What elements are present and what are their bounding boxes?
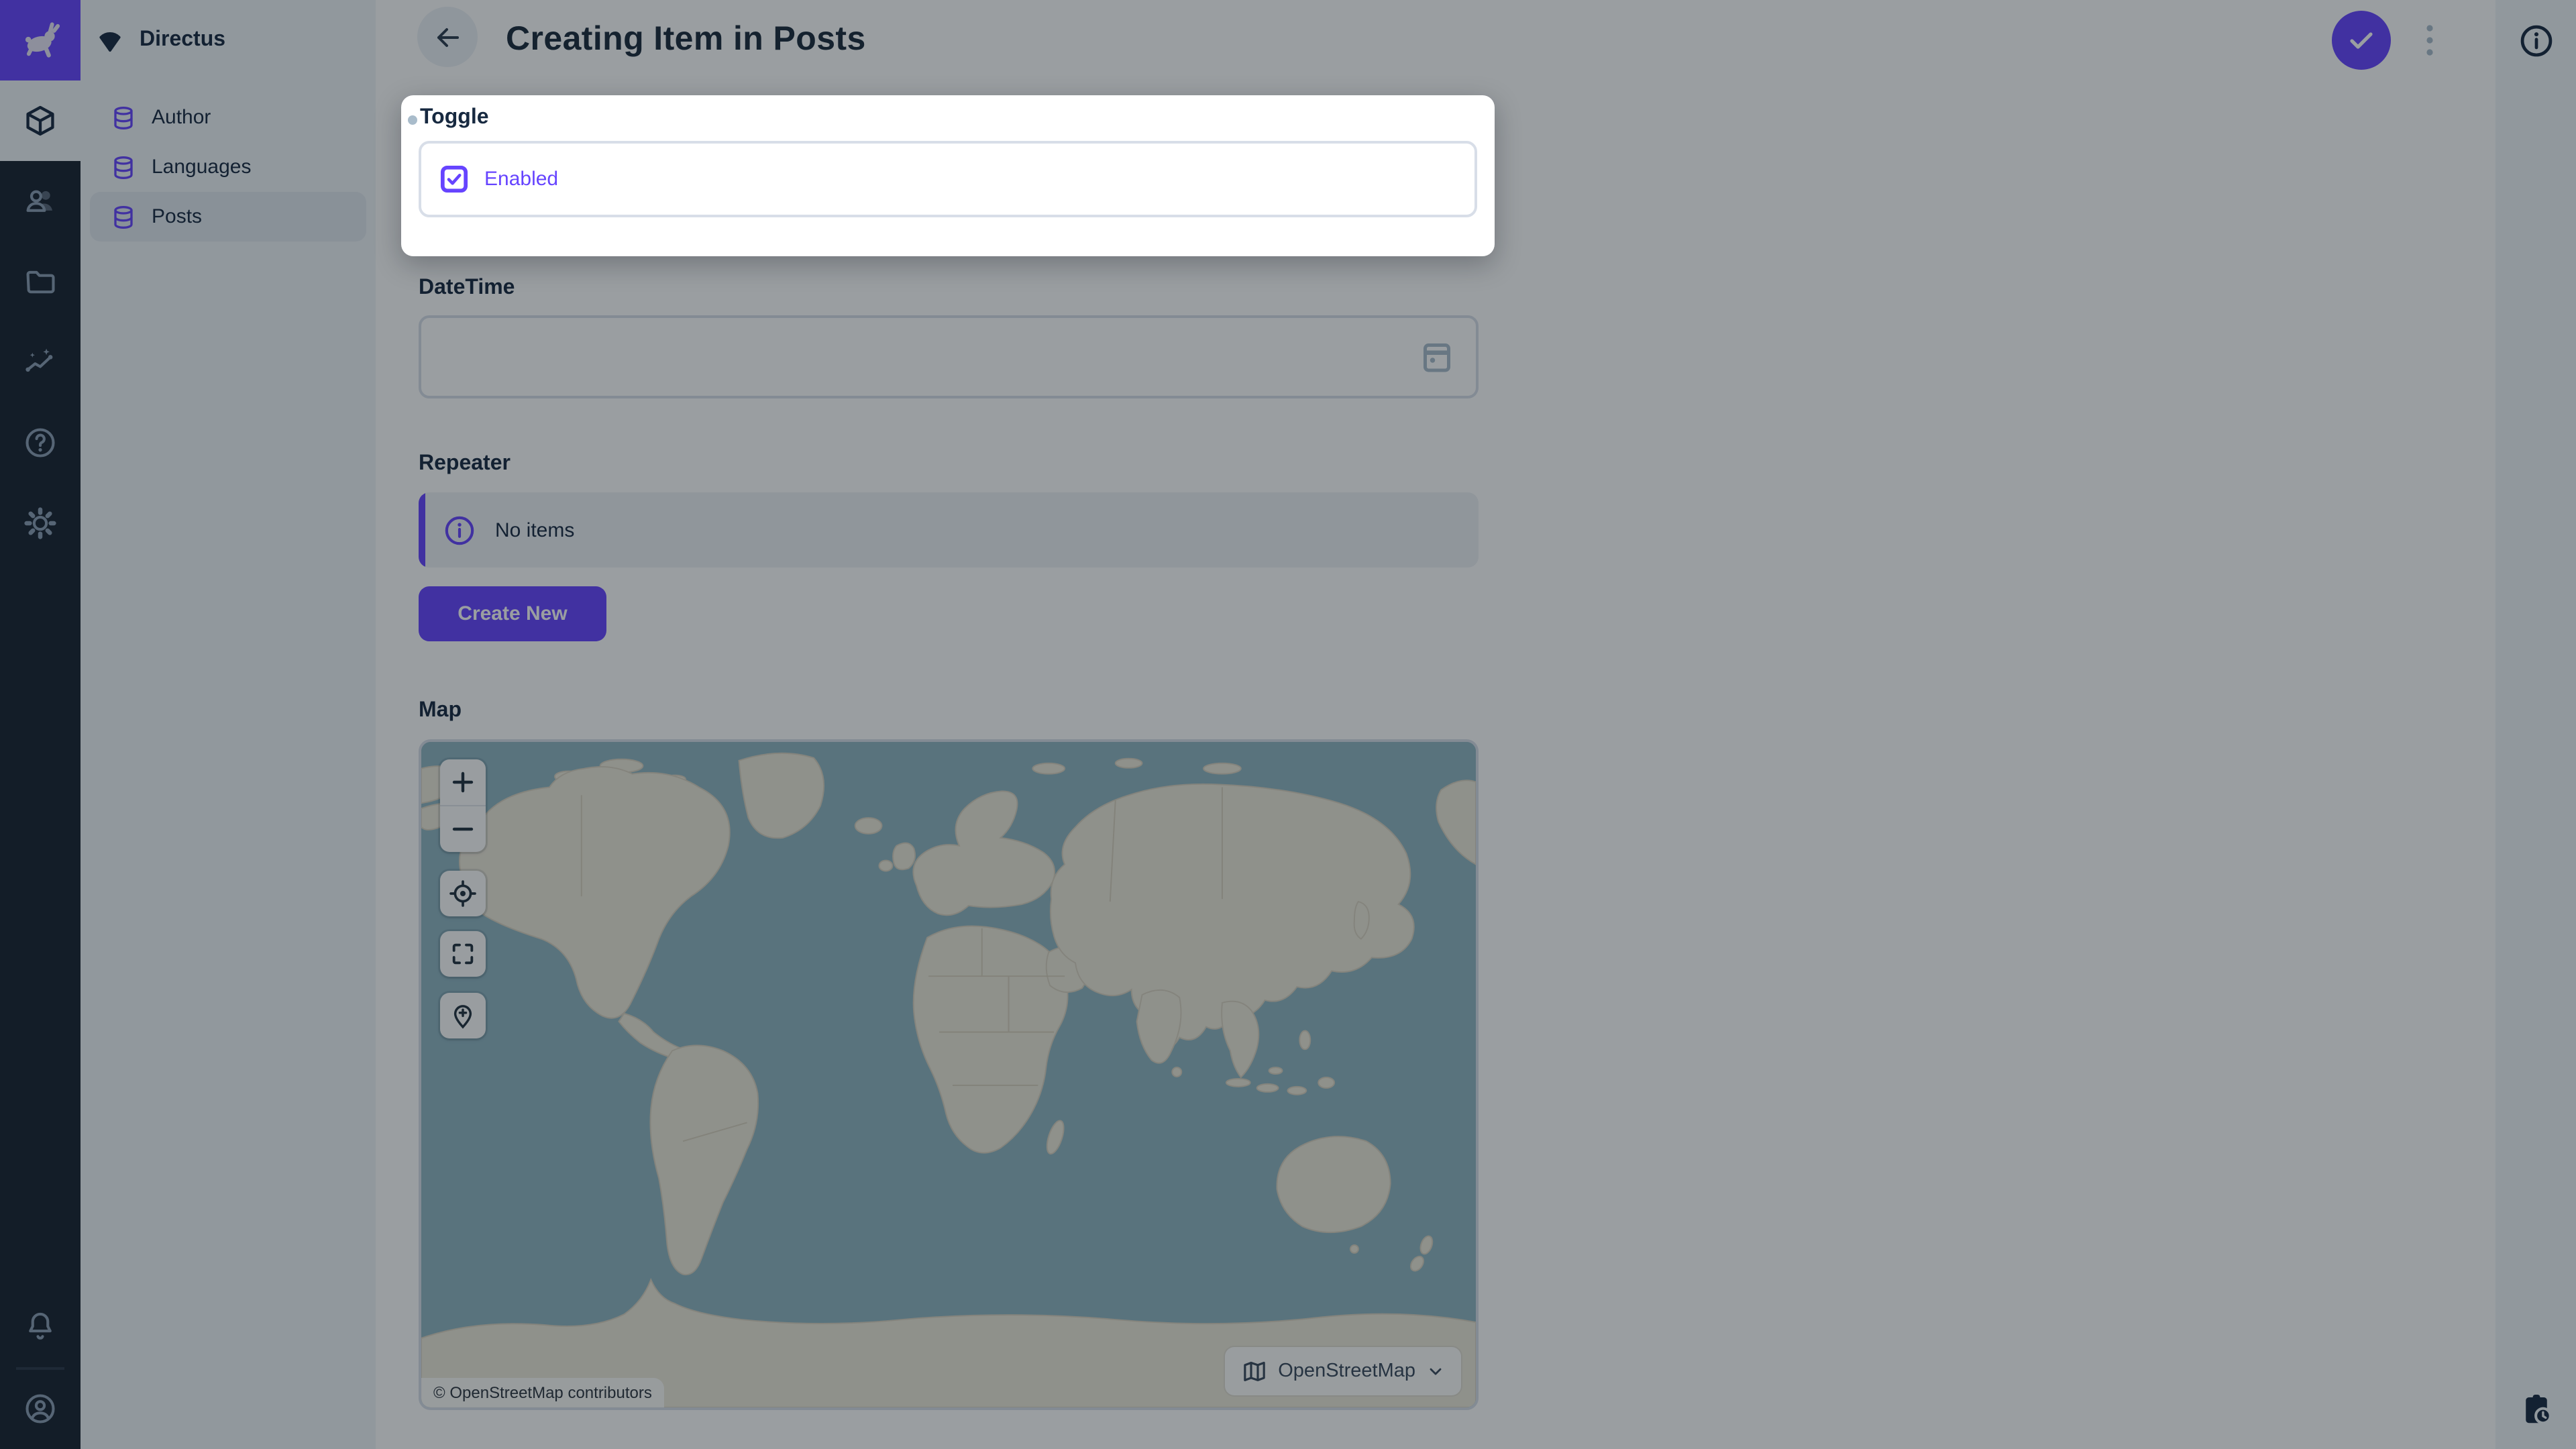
checkbox-label: Enabled xyxy=(484,168,558,191)
field-edited-dot xyxy=(408,115,417,125)
toggle-field-card: Toggle Enabled xyxy=(401,95,1495,256)
toggle-label: Toggle xyxy=(420,106,489,130)
app-root: Creating Item in Posts DateTime Repeater… xyxy=(0,0,2576,1449)
checkbox-checked-icon[interactable] xyxy=(440,165,468,193)
toggle-input[interactable]: Enabled xyxy=(419,141,1477,217)
